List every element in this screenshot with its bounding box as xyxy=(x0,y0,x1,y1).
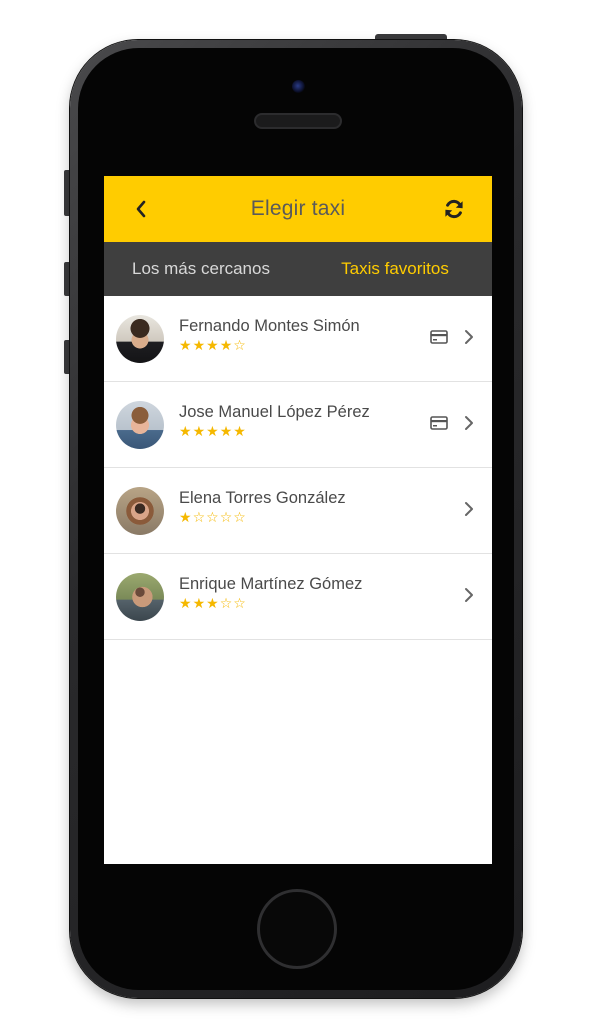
chevron-right-icon xyxy=(465,416,473,430)
star-filled-icon: ★ xyxy=(179,510,193,526)
star-filled-icon: ★ xyxy=(192,596,207,612)
tab-nearest[interactable]: Los más cercanos xyxy=(104,242,298,296)
tab-bar: Los más cercanos Taxis favoritos xyxy=(104,242,492,296)
star-filled-icon: ★ xyxy=(219,424,234,440)
driver-name: Enrique Martínez Gómez xyxy=(179,575,363,593)
chevron-right-icon xyxy=(465,330,473,344)
star-filled-icon: ★ xyxy=(179,596,193,612)
star-filled-icon: ★ xyxy=(206,338,220,354)
driver-name: Jose Manuel López Pérez xyxy=(179,403,370,421)
star-empty-icon: ☆ xyxy=(192,510,207,526)
driver-row[interactable]: Elena Torres González ★☆☆☆☆ xyxy=(104,468,492,554)
star-filled-icon: ★ xyxy=(219,338,234,354)
driver-row[interactable]: Jose Manuel López Pérez ★★★★★ xyxy=(104,382,492,468)
back-button[interactable] xyxy=(130,198,152,220)
driver-info: Enrique Martínez Gómez ★★★☆☆ xyxy=(179,575,362,612)
star-rating: ★★★★★ xyxy=(179,424,370,440)
driver-info: Elena Torres González ★☆☆☆☆ xyxy=(179,489,346,526)
credit-card-icon xyxy=(430,416,448,430)
star-filled-icon: ★ xyxy=(179,424,193,440)
star-filled-icon: ★ xyxy=(179,338,193,354)
star-empty-icon: ☆ xyxy=(233,596,247,612)
star-rating: ★★★☆☆ xyxy=(179,596,362,612)
star-empty-icon: ☆ xyxy=(206,510,220,526)
app-screen: Elegir taxi Los más cercanos Taxis favor… xyxy=(104,176,492,864)
chevron-right-icon xyxy=(465,588,473,602)
star-filled-icon: ★ xyxy=(206,596,220,612)
avatar xyxy=(116,487,164,535)
chevron-left-icon xyxy=(136,200,146,218)
star-empty-icon: ☆ xyxy=(233,510,247,526)
star-filled-icon: ★ xyxy=(192,424,207,440)
driver-info: Fernando Montes Simón ★★★★☆ xyxy=(179,317,360,354)
stage: Elegir taxi Los más cercanos Taxis favor… xyxy=(0,0,600,1029)
avatar xyxy=(116,573,164,621)
earpiece-speaker xyxy=(254,113,342,129)
star-filled-icon: ★ xyxy=(206,424,220,440)
star-filled-icon: ★ xyxy=(233,424,247,440)
driver-list: Fernando Montes Simón ★★★★☆ Jose Manuel Ló… xyxy=(104,296,492,640)
avatar xyxy=(116,315,164,363)
refresh-icon xyxy=(445,199,463,219)
star-empty-icon: ☆ xyxy=(219,596,234,612)
credit-card-icon xyxy=(430,330,448,344)
app-header: Elegir taxi xyxy=(104,176,492,242)
star-rating: ★★★★☆ xyxy=(179,338,360,354)
chevron-right-icon xyxy=(465,502,473,516)
driver-info: Jose Manuel López Pérez ★★★★★ xyxy=(179,403,370,440)
star-empty-icon: ☆ xyxy=(233,338,247,354)
star-empty-icon: ☆ xyxy=(219,510,234,526)
driver-row[interactable]: Fernando Montes Simón ★★★★☆ xyxy=(104,296,492,382)
avatar xyxy=(116,401,164,449)
refresh-button[interactable] xyxy=(442,197,466,221)
star-rating: ★☆☆☆☆ xyxy=(179,510,346,526)
driver-name: Elena Torres González xyxy=(179,489,346,507)
driver-row[interactable]: Enrique Martínez Gómez ★★★☆☆ xyxy=(104,554,492,640)
front-camera xyxy=(292,80,305,93)
driver-name: Fernando Montes Simón xyxy=(179,317,360,335)
home-button xyxy=(257,889,337,969)
tab-favorites[interactable]: Taxis favoritos xyxy=(298,242,492,296)
page-title: Elegir taxi xyxy=(250,197,346,220)
star-filled-icon: ★ xyxy=(192,338,207,354)
